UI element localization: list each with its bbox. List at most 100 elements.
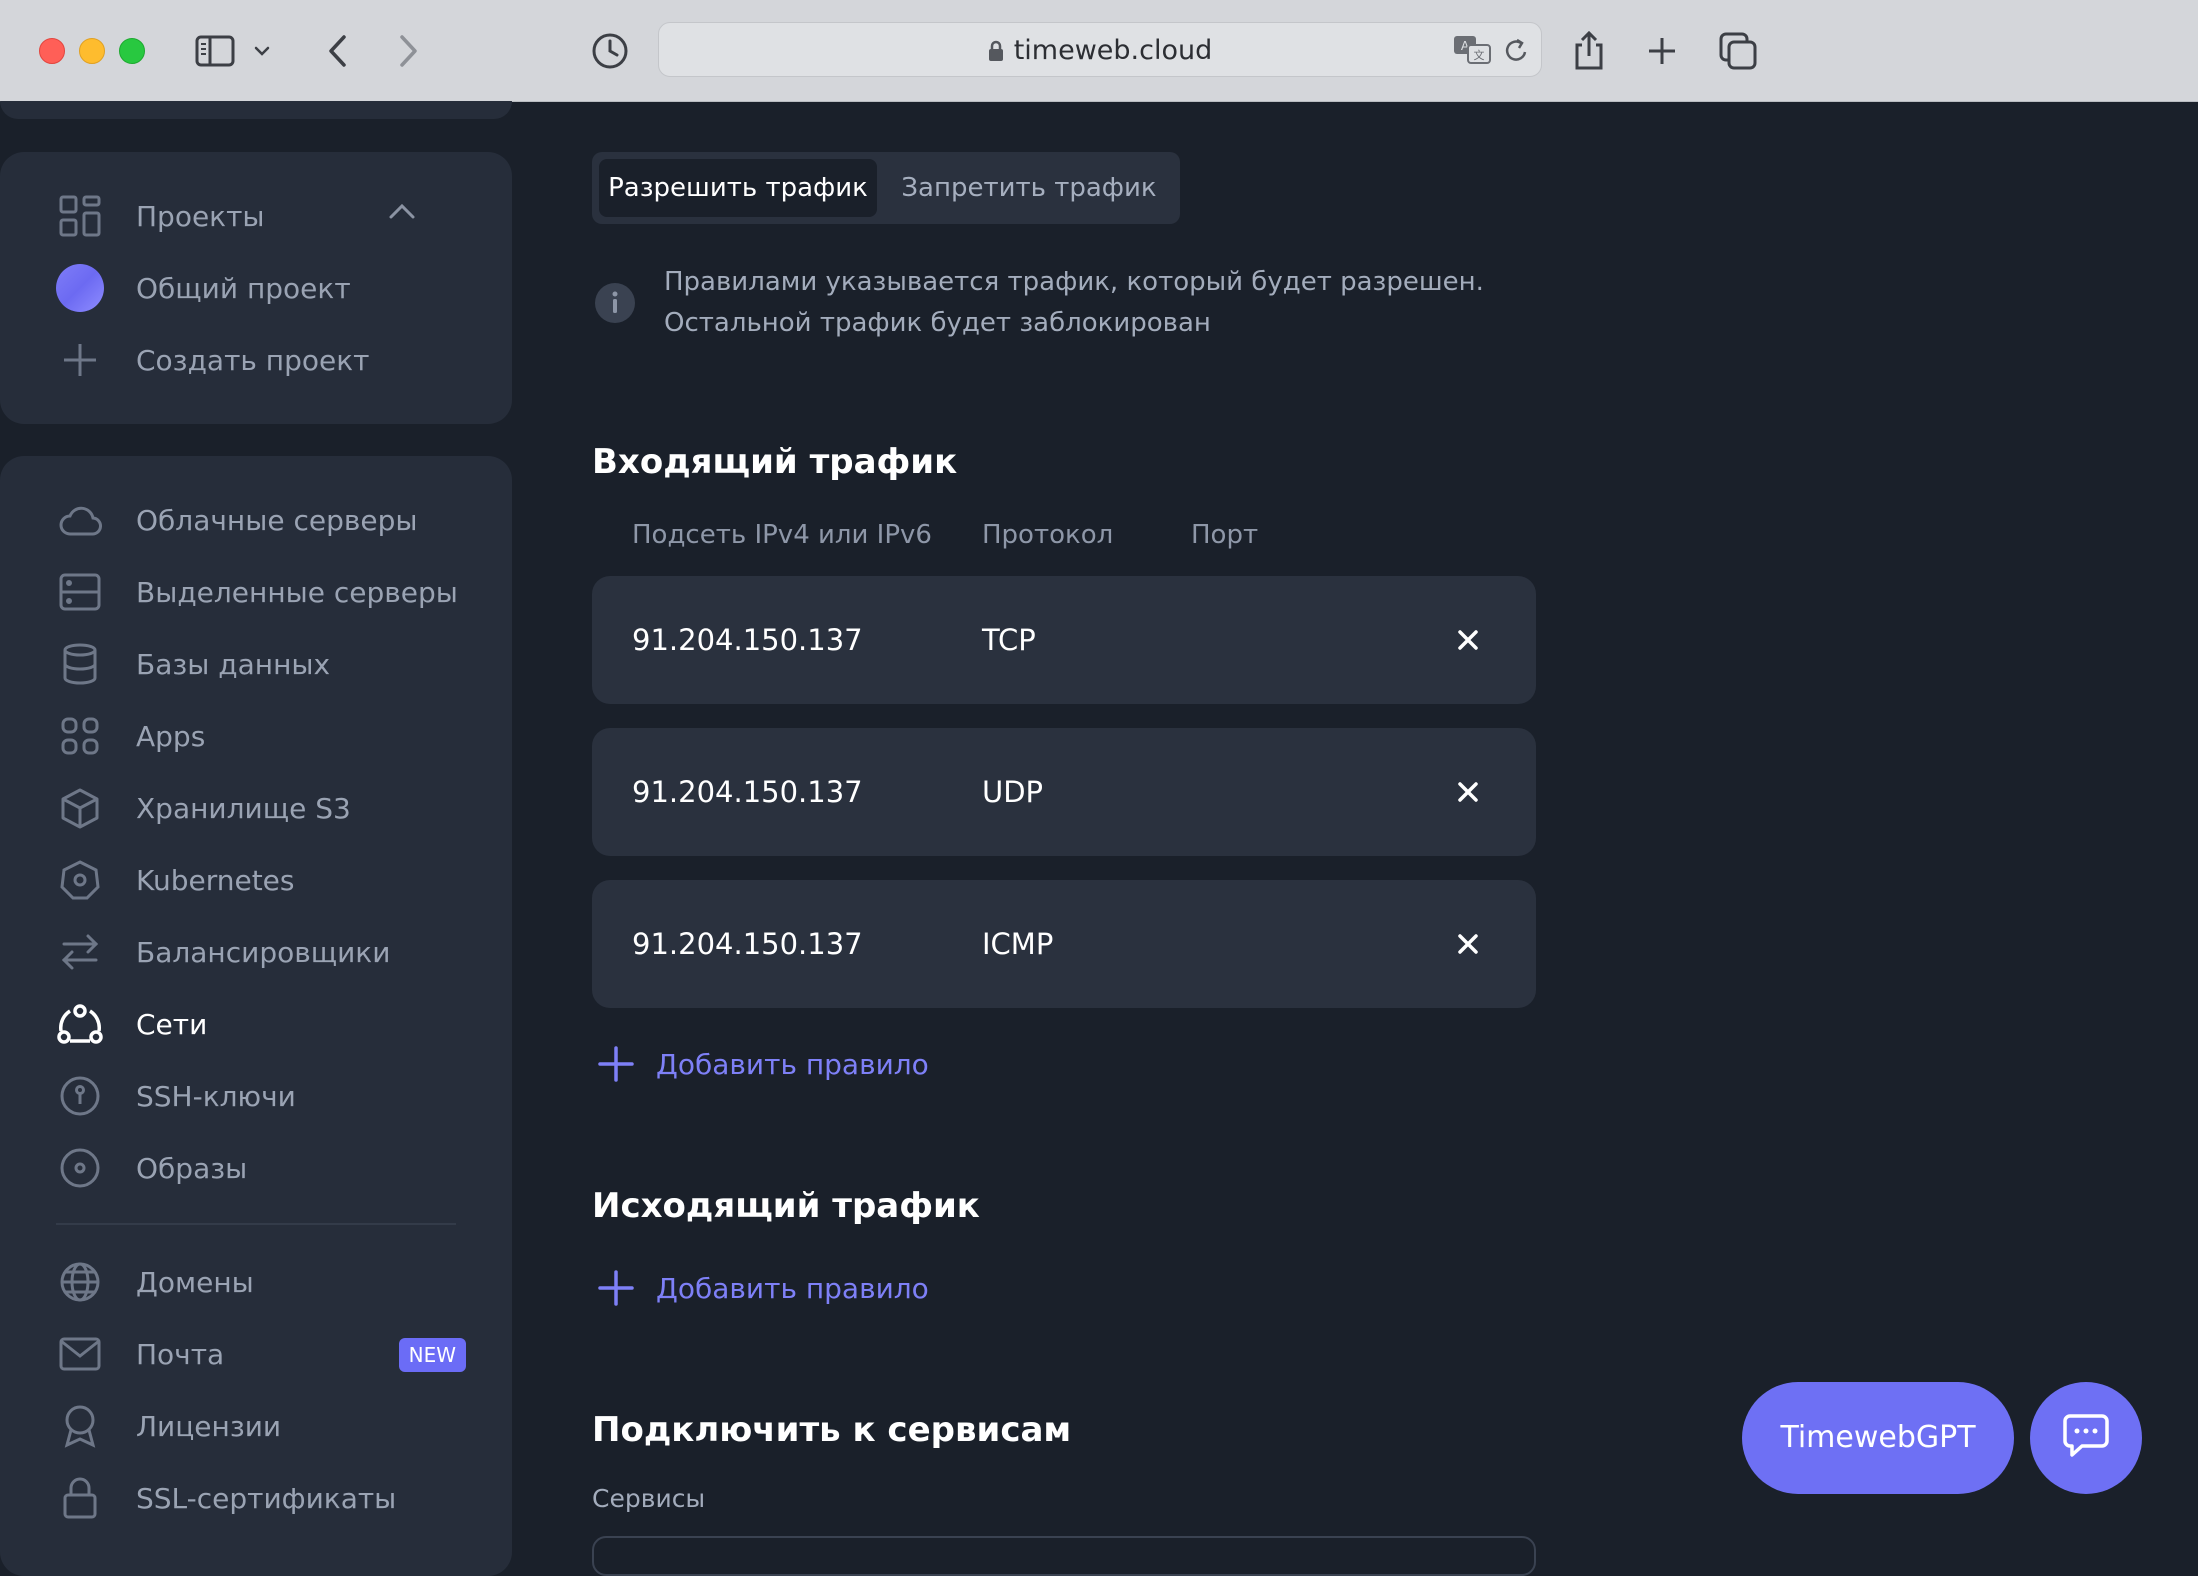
tabs-overview-icon[interactable]	[1714, 27, 1762, 75]
project-label: Общий проект	[136, 271, 351, 305]
sidebar-item-label: Хранилище S3	[136, 791, 351, 825]
sidebar-item-cloud-servers[interactable]: Облачные серверы	[56, 492, 466, 548]
rule-subnet: 91.204.150.137	[632, 623, 863, 657]
close-icon[interactable]	[1448, 620, 1488, 660]
project-item-general[interactable]: Общий проект	[56, 260, 466, 316]
tab-deny-traffic[interactable]: Запретить трафик	[884, 159, 1174, 217]
sidebar-item-label: Почта	[136, 1337, 225, 1371]
back-icon[interactable]	[314, 27, 362, 75]
translate-icon[interactable]: A文	[1453, 35, 1491, 69]
forward-icon[interactable]	[384, 27, 432, 75]
address-bar[interactable]: timeweb.cloud A文	[658, 22, 1542, 77]
close-icon[interactable]	[1448, 924, 1488, 964]
rule-row: 91.204.150.137 UDP	[592, 728, 1536, 856]
column-header-protocol: Протокол	[982, 520, 1114, 550]
plus-icon	[56, 336, 104, 384]
sidebar-item-s3-storage[interactable]: Хранилище S3	[56, 780, 466, 836]
new-tab-icon[interactable]	[1638, 27, 1686, 75]
zoom-window-button[interactable]	[119, 38, 145, 64]
url-text: timeweb.cloud	[1013, 35, 1213, 66]
sidebar-item-domains[interactable]: Домены	[56, 1254, 466, 1310]
minimize-window-button[interactable]	[79, 38, 105, 64]
new-badge: NEW	[398, 1338, 466, 1372]
sidebar-item-networks[interactable]: Сети	[56, 996, 466, 1052]
svg-text:文: 文	[1474, 48, 1485, 62]
share-icon[interactable]	[1565, 27, 1613, 75]
sidebar-icon[interactable]	[191, 27, 239, 75]
add-rule-label: Добавить правило	[656, 1047, 929, 1081]
chat-icon	[2062, 1413, 2110, 1463]
history-icon[interactable]	[586, 27, 634, 75]
sidebar-item-images[interactable]: Образы	[56, 1140, 466, 1196]
sidebar-item-label: Сети	[136, 1007, 208, 1041]
column-header-subnet: Подсеть IPv4 или IPv6	[632, 520, 932, 550]
plus-icon	[596, 1044, 636, 1084]
sidebar-item-label: Домены	[136, 1265, 254, 1299]
apps-icon	[56, 712, 104, 760]
create-project-label: Создать проект	[136, 343, 370, 377]
info-text: Правилами указывается трафик, который бу…	[664, 262, 1484, 344]
plus-icon	[596, 1268, 636, 1308]
timeweb-gpt-button[interactable]: TimewebGPT	[1742, 1382, 2014, 1494]
rule-subnet: 91.204.150.137	[632, 927, 863, 961]
sidebar-item-label: Облачные серверы	[136, 503, 418, 537]
sidebar-item-kubernetes[interactable]: Kubernetes	[56, 852, 466, 908]
sidebar-item-label: Apps	[136, 719, 206, 753]
close-window-button[interactable]	[39, 38, 65, 64]
sidebar-item-label: Образы	[136, 1151, 248, 1185]
traffic-mode-switch: Разрешить трафик Запретить трафик	[592, 152, 1180, 224]
sidebar-item-apps[interactable]: Apps	[56, 708, 466, 764]
globe-icon	[56, 1258, 104, 1306]
chat-button[interactable]	[2030, 1382, 2142, 1494]
disc-icon	[56, 1144, 104, 1192]
lock-icon	[56, 1474, 104, 1522]
sidebar-top-panel	[0, 101, 512, 119]
sidebar-item-label: Kubernetes	[136, 863, 295, 897]
kubernetes-icon	[56, 856, 104, 904]
projects-header-label: Проекты	[136, 199, 265, 233]
sidebar-item-balancers[interactable]: Балансировщики	[56, 924, 466, 980]
close-icon[interactable]	[1448, 772, 1488, 812]
sidebar-item-label: Лицензии	[136, 1409, 282, 1443]
sidebar-item-label: Выделенные серверы	[136, 575, 458, 609]
award-icon	[56, 1402, 104, 1450]
cloud-icon	[56, 496, 104, 544]
outgoing-traffic-title: Исходящий трафик	[592, 1186, 980, 1226]
sidebar-item-label: SSH-ключи	[136, 1079, 296, 1113]
browser-toolbar: timeweb.cloud A文	[0, 0, 2198, 102]
sidebar-item-databases[interactable]: Базы данных	[56, 636, 466, 692]
sidebar-item-label: SSL-сертификаты	[136, 1481, 397, 1515]
projects-header[interactable]: Проекты	[56, 188, 466, 244]
info-line: Правилами указывается трафик, который бу…	[664, 267, 1484, 297]
sidebar-item-licenses[interactable]: Лицензии	[56, 1398, 466, 1454]
create-project-button[interactable]: Создать проект	[56, 332, 466, 388]
info-line: Остальной трафик будет заблокирован	[664, 308, 1211, 338]
tab-allow-traffic[interactable]: Разрешить трафик	[599, 159, 877, 217]
mail-icon	[56, 1330, 104, 1378]
sidebar-item-ssl[interactable]: SSL-сертификаты	[56, 1470, 466, 1526]
network-icon	[56, 1000, 104, 1048]
add-outgoing-rule-button[interactable]: Добавить правило	[596, 1264, 929, 1312]
sidebar-item-dedicated-servers[interactable]: Выделенные серверы	[56, 564, 466, 620]
server-icon	[56, 568, 104, 616]
sidebar-item-ssh-keys[interactable]: SSH-ключи	[56, 1068, 466, 1124]
info-icon	[594, 282, 636, 328]
key-icon	[56, 1072, 104, 1120]
chevron-down-icon[interactable]	[246, 27, 278, 75]
chevron-up-icon[interactable]	[388, 202, 416, 224]
sidebar-item-mail[interactable]: Почта NEW	[56, 1326, 466, 1382]
add-incoming-rule-button[interactable]: Добавить правило	[596, 1040, 929, 1088]
services-select[interactable]	[592, 1536, 1536, 1576]
database-icon	[56, 640, 104, 688]
arrows-icon	[56, 928, 104, 976]
reload-icon[interactable]	[1503, 37, 1529, 69]
lock-icon	[988, 26, 1004, 81]
column-header-port: Порт	[1191, 520, 1259, 550]
sidebar-item-label: Балансировщики	[136, 935, 391, 969]
rule-protocol: ICMP	[982, 927, 1054, 961]
rule-row: 91.204.150.137 ICMP	[592, 880, 1536, 1008]
rule-subnet: 91.204.150.137	[632, 775, 863, 809]
avatar	[56, 264, 104, 312]
rule-row: 91.204.150.137 TCP	[592, 576, 1536, 704]
grid-icon	[56, 192, 104, 240]
